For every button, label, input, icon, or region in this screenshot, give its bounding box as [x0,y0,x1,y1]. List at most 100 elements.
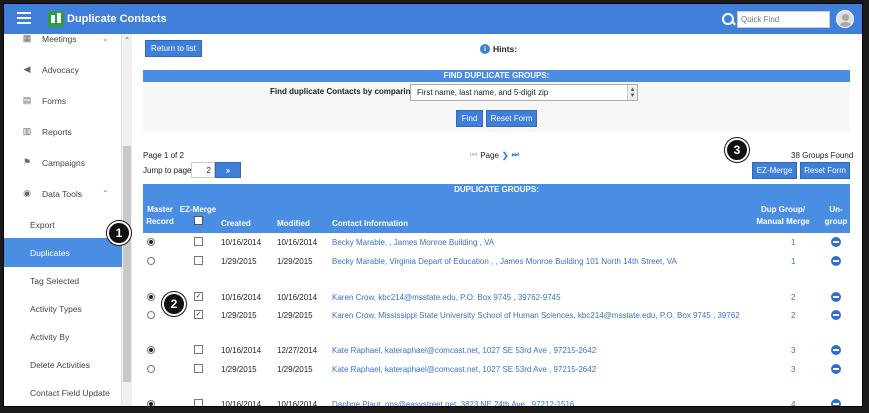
master-record-radio[interactable] [147,346,155,354]
contact-link[interactable]: Daphne Plaut, nps@easystreet.net, 3823 N… [332,400,574,406]
sidebar-item-label: Campaigns [42,157,85,168]
scroll-thumb[interactable] [123,146,131,382]
table-row: 1/29/2015 1/29/2015 Kate Raphael, kateraph… [143,361,850,378]
ez-merge-button[interactable]: EZ-Merge [752,162,797,179]
sidebar-item-advocacy[interactable]: ◀ Advocacy [4,55,122,84]
ungroup-header-line2: group [824,217,848,226]
master-record-radio[interactable] [147,293,155,301]
return-to-list-button[interactable]: Return to list [145,40,202,57]
ez-merge-checkbox[interactable] [194,364,203,373]
next-page-icon[interactable]: ❯ [502,151,509,160]
contact-link[interactable]: Becky Marable, , James Monroe Building ,… [332,238,494,247]
ez-merge-checkbox[interactable]: ✓ [194,310,203,319]
contact-link[interactable]: Karen Crow, Mississippi State University… [332,311,740,320]
dup-group-link[interactable]: 4 [791,400,795,406]
sidebar-scrollbar[interactable]: ⌃ [122,34,132,406]
contact-information-header[interactable]: Contact Information [332,219,408,228]
master-record-radio[interactable] [147,238,155,246]
dup-group-link[interactable]: 1 [791,257,795,266]
jump-to-page-label: Jump to page [143,166,192,175]
created-cell: 10/16/2014 [221,293,262,302]
master-record-radio[interactable] [147,257,155,265]
sidebar-item-campaigns[interactable]: ⚑ Campaigns [4,148,122,177]
ez-merge-checkbox[interactable] [194,345,203,354]
hints[interactable]: i Hints: [480,44,517,54]
compare-fields-select[interactable]: First name, last name, and 5-digit zip ▲… [410,84,638,101]
ungroup-minus-icon[interactable] [831,364,841,374]
chevron-down-icon: ⌄ [102,34,109,43]
sidebar-item-label: Forms [42,95,67,106]
sidebar-item-forms[interactable]: ▤ Forms [4,86,122,115]
jump-to-page-input[interactable]: 2 [191,162,215,178]
find-groups-band: FIND DUPLICATE GROUPS: [143,70,850,82]
dropdown-arrow-icon: ▲ ▼ [627,85,637,100]
created-cell: 1/29/2015 [221,257,257,266]
master-record-radio[interactable] [147,365,155,373]
dup-group-header: Dup Group/ Manual Merge [755,205,811,226]
sidebar-subitem-duplicates[interactable]: Duplicates [4,238,122,267]
modified-cell: 1/29/2015 [277,311,313,320]
go-to-page-button[interactable]: » [215,162,241,178]
sidebar-subitem-tag-selected[interactable]: Tag Selected [4,266,122,295]
sidebar-subitem-activity-types[interactable]: Activity Types [4,294,122,323]
created-cell: 10/16/2014 [221,238,262,247]
sidebar-item-label: Data Tools [42,188,83,199]
ez-merge-checkbox[interactable] [194,237,203,246]
user-avatar[interactable] [836,10,854,28]
table-row: 10/16/2014 10/16/2014 Becky Marable, , Jam… [143,234,850,251]
sidebar-item-meetings[interactable]: ▦ Meetings ⌄ [4,24,122,53]
dup-group-link[interactable]: 3 [791,365,795,374]
dup-group-link[interactable]: 2 [791,311,795,320]
created-header[interactable]: Created [221,219,251,228]
chevron-up-icon: ⌃ [102,189,109,198]
master-record-radio[interactable] [147,311,155,319]
quick-find-input[interactable] [737,11,830,28]
scroll-up-icon[interactable]: ⌃ [123,36,131,45]
ungroup-minus-icon[interactable] [831,399,841,406]
sidebar-item-label: Export [30,219,55,230]
form-icon: ▤ [22,95,32,105]
dup-header-line1: Dup Group/ [761,205,805,214]
sidebar-subitem-delete-activities[interactable]: Delete Activities [4,350,122,379]
ez-merge-checkbox[interactable] [194,399,203,406]
master-record-radio[interactable] [147,400,155,406]
calendar-icon: ▦ [22,33,32,43]
top-bar: Duplicate Contacts [4,4,862,34]
modified-header[interactable]: Modified [277,219,310,228]
ez-merge-checkbox[interactable] [194,256,203,265]
table-row: 1/29/2015 1/29/2015 Becky Marable, Virgini… [143,253,850,270]
sidebar-subitem-contact-field-update[interactable]: Contact Field Update [4,378,122,406]
search-icon[interactable] [720,11,736,28]
ez-merge-select-all-checkbox[interactable] [193,216,203,225]
sidebar-item-data-tools[interactable]: ◉ Data Tools ⌃ [4,179,122,208]
reset-form-button-2[interactable]: Reset Form [800,162,850,179]
ungroup-minus-icon[interactable] [831,310,841,320]
dup-group-link[interactable]: 2 [791,293,795,302]
contact-link[interactable]: Kate Raphael, kateraphael@comcast.net, 1… [332,346,596,355]
ez-merge-checkbox[interactable]: ✓ [194,292,203,301]
reset-form-button[interactable]: Reset Form [486,110,537,127]
callout-3: 3 [725,138,749,162]
sidebar-item-label: Contact Field Update [30,387,110,398]
ungroup-minus-icon[interactable] [831,345,841,355]
contact-link[interactable]: Kate Raphael, kateraphael@comcast.net, 1… [332,365,596,374]
dup-header-line2: Manual Merge [756,217,810,226]
last-page-icon[interactable]: ⏭ [512,150,519,160]
ez-merge-header-label: EZ-Merge [179,205,217,214]
ungroup-header-line1: Un- [829,205,843,214]
master-header-line1: Master [147,205,173,214]
ungroup-minus-icon[interactable] [831,237,841,247]
sidebar-subitem-export[interactable]: Export [4,210,122,239]
hamburger-menu-icon[interactable] [17,12,31,24]
contact-link[interactable]: Karen Crow, kbc214@msstate.edu, P.O. Box… [332,293,561,302]
created-cell: 10/16/2014 [221,346,262,355]
ungroup-minus-icon[interactable] [831,292,841,302]
ungroup-minus-icon[interactable] [831,256,841,266]
dup-group-link[interactable]: 3 [791,346,795,355]
sidebar-item-reports[interactable]: ▥ Reports [4,117,122,146]
dup-group-link[interactable]: 1 [791,238,795,247]
find-button[interactable]: Find [456,110,483,127]
sidebar-subitem-activity-by[interactable]: Activity By [4,322,122,351]
page-of-label: Page 1 of 2 [143,151,184,160]
contact-link[interactable]: Becky Marable, Virginia Depart of Educat… [332,257,677,266]
